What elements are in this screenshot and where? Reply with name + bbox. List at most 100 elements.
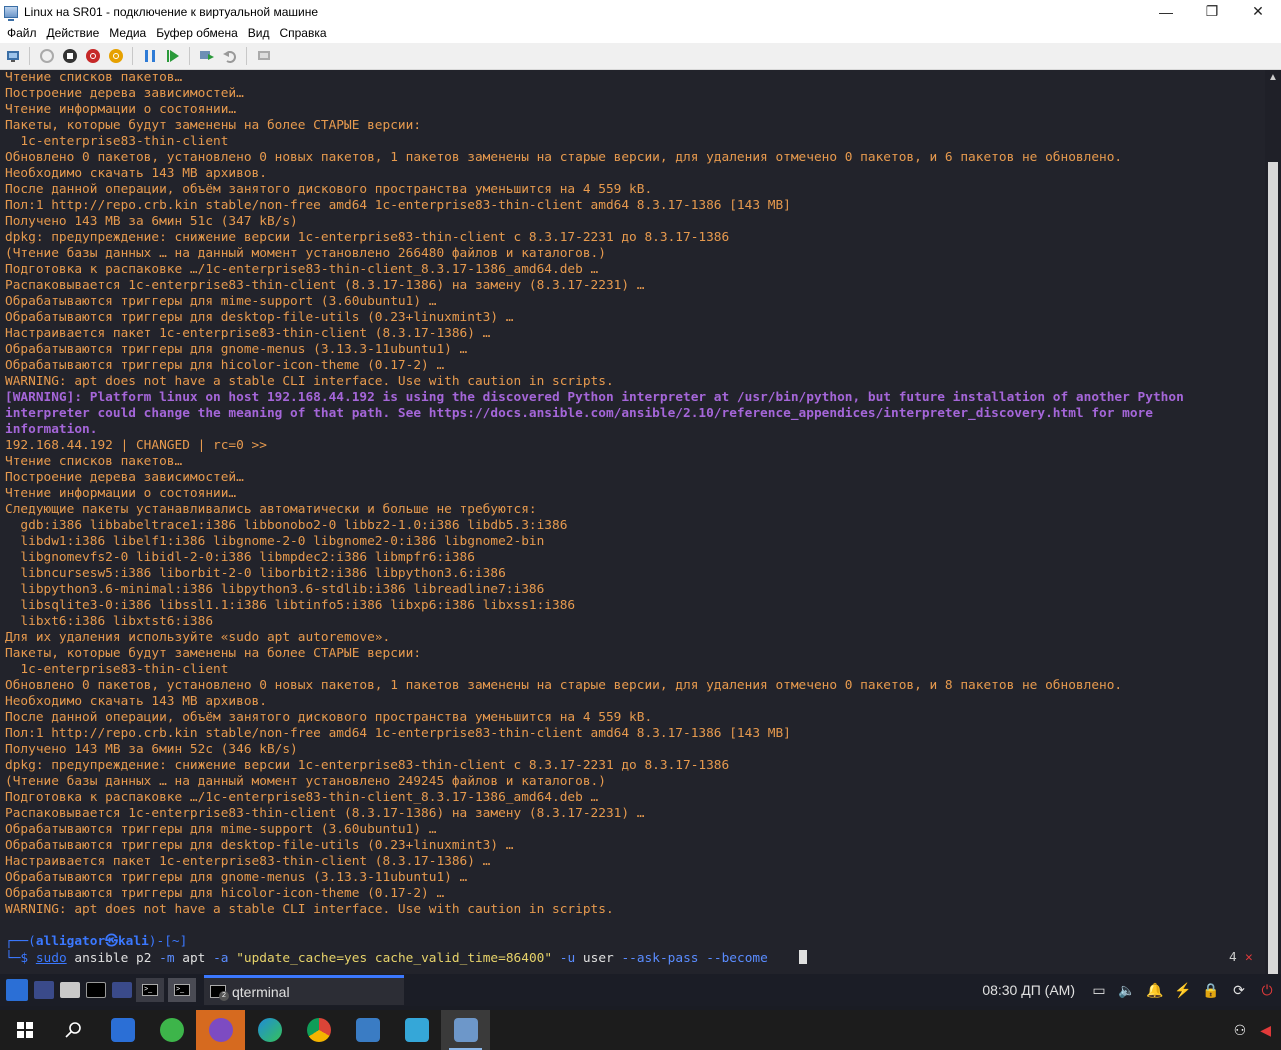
- prompt-job-count: 4: [1229, 950, 1237, 965]
- workspace-1[interactable]: >_: [136, 978, 164, 1002]
- save-state-icon[interactable]: [107, 48, 124, 65]
- terminal-line: Распаковывается 1c-enterprise83-thin-cli…: [5, 278, 645, 293]
- terminal-line: Чтение списков пакетов…: [5, 70, 183, 85]
- terminal-line: Построение дерева зависимостей…: [5, 470, 244, 485]
- terminal-line: Для их удаления используйте «sudo apt au…: [5, 630, 391, 645]
- cmd-opt-module: -m: [159, 951, 175, 966]
- toolbar-separator: [29, 47, 30, 65]
- show-desktop-icon[interactable]: [34, 981, 54, 999]
- menu-help[interactable]: Справка: [274, 26, 331, 40]
- terminal-line: Чтение списков пакетов…: [5, 454, 183, 469]
- network-app-icon[interactable]: [343, 1010, 392, 1050]
- terminal-line: Пол:1 http://repo.crb.kin stable/non-fre…: [5, 726, 791, 741]
- menu-media[interactable]: Медиа: [104, 26, 151, 40]
- close-button[interactable]: ✕: [1235, 0, 1281, 23]
- qterminal-icon: 2: [210, 985, 229, 1001]
- hyperv-connection-icon[interactable]: [441, 1010, 490, 1050]
- terminal-line: Обрабатываются триггеры для mime-support…: [5, 294, 437, 309]
- task-count-badge: 2: [219, 991, 229, 1001]
- prompt-command-line[interactable]: └─$ sudo ansible p2 -m apt -a "update_ca…: [5, 950, 807, 967]
- vm-connection-icon: [4, 5, 18, 21]
- terminal-line: Настраивается пакет 1c-enterprise83-thin…: [5, 326, 491, 341]
- terminal-line: libsqlite3-0:i386 libssl1.1:i386 libtinf…: [5, 598, 576, 613]
- ctrl-alt-del-icon[interactable]: [4, 48, 21, 65]
- server-manager-icon[interactable]: [392, 1010, 441, 1050]
- chrome-browser-icon[interactable]: [294, 1010, 343, 1050]
- search-icon[interactable]: [49, 1010, 98, 1050]
- prompt-corner-top: ┌──(: [5, 934, 36, 949]
- kali-menu-icon[interactable]: [6, 979, 28, 1001]
- cmd-sudo: sudo: [35, 951, 67, 966]
- terminal-line: После данной операции, объём занятого ди…: [5, 182, 653, 197]
- terminal-line: WARNING: apt does not have a stable CLI …: [5, 374, 614, 389]
- terminal-line: information.: [5, 422, 98, 437]
- revert-icon[interactable]: [221, 48, 238, 65]
- enhanced-session-icon[interactable]: [255, 48, 272, 65]
- shell-prompt[interactable]: ┌──(alligator㉿kali)-[~] └─$ sudo ansible…: [0, 932, 1265, 972]
- terminal-line: WARNING: apt does not have a stable CLI …: [5, 902, 614, 917]
- terminal-line: (Чтение базы данных … на данный момент у…: [5, 246, 606, 261]
- minimize-button[interactable]: —: [1143, 0, 1189, 23]
- task-label: qterminal: [232, 983, 290, 1000]
- terminal-line: Обрабатываются триггеры для gnome-menus …: [5, 870, 468, 885]
- scroll-up-icon[interactable]: ▲: [1265, 70, 1281, 86]
- screenshot-icon[interactable]: [112, 982, 132, 998]
- vm-screen[interactable]: Чтение списков пакетов… Построение дерева…: [0, 70, 1281, 1010]
- turn-off-icon[interactable]: [61, 48, 78, 65]
- cmd-opt-user: -u: [559, 951, 576, 966]
- menu-file[interactable]: Файл: [2, 26, 42, 40]
- terminal-scrollbar[interactable]: ▲ ▼: [1265, 70, 1281, 1000]
- menu-clipboard[interactable]: Буфер обмена: [151, 26, 243, 40]
- prompt-header: ┌──(alligator㉿kali)-[~]: [5, 934, 187, 950]
- menu-view[interactable]: Вид: [243, 26, 275, 40]
- guest-clock[interactable]: 08:30 ДП (AM): [982, 982, 1075, 998]
- checkpoint-icon[interactable]: [198, 48, 215, 65]
- power-manager-icon[interactable]: ⚡: [1174, 981, 1192, 999]
- cmd-user: user: [575, 951, 622, 966]
- shutdown-icon[interactable]: [84, 48, 101, 65]
- terminal-line: Обрабатываются триггеры для hicolor-icon…: [5, 358, 445, 373]
- chat-app-icon[interactable]: [147, 1010, 196, 1050]
- cmd-opt-become: --become: [698, 951, 768, 966]
- menu-action[interactable]: Действие: [42, 26, 105, 40]
- terminal-line: Обрабатываются триггеры для hicolor-icon…: [5, 886, 445, 901]
- viber-app-icon[interactable]: [196, 1010, 245, 1050]
- terminal-line: Настраивается пакет 1c-enterprise83-thin…: [5, 854, 491, 869]
- volume-muted-icon[interactable]: ◀: [1260, 1022, 1271, 1039]
- terminal-line: Необходимо скачать 143 MB архивов.: [5, 166, 267, 181]
- notification-bell-icon[interactable]: 🔔: [1146, 981, 1164, 999]
- terminal-line: Построение дерева зависимостей…: [5, 86, 244, 101]
- todo-app-icon[interactable]: [98, 1010, 147, 1050]
- host-taskbar: ⚇ ◀: [0, 1010, 1281, 1050]
- volume-icon[interactable]: 🔈: [1118, 981, 1136, 999]
- terminal-line: Получено 143 MB за 6мин 52c (346 kB/s): [5, 742, 298, 757]
- workspace-2[interactable]: >_: [168, 978, 196, 1002]
- terminal-line: dpkg: предупреждение: снижение версии 1c…: [5, 758, 730, 773]
- restore-button[interactable]: ❐: [1189, 0, 1235, 23]
- taskbar-task-qterminal[interactable]: 2 qterminal: [204, 975, 404, 1005]
- terminal-line: После данной операции, объём занятого ди…: [5, 710, 653, 725]
- terminal-launcher-icon[interactable]: [86, 982, 106, 998]
- shutdown-icon[interactable]: ⏻: [1258, 981, 1276, 999]
- windows-start-button[interactable]: [0, 1010, 49, 1050]
- file-manager-icon[interactable]: [60, 982, 80, 998]
- display-icon[interactable]: ▭: [1090, 981, 1108, 999]
- terminal-line: Подготовка к распаковке …/1c-enterprise8…: [5, 262, 599, 277]
- cmd-opt-ask-pass: --ask-pass: [621, 951, 699, 966]
- terminal-line: Обрабатываются триггеры для desktop-file…: [5, 310, 514, 325]
- pause-icon[interactable]: [141, 48, 158, 65]
- cmd-args-string: "update_cache=yes cache_valid_time=86400…: [228, 951, 560, 966]
- window-title-bar: Linux на SR01 - подключение к виртуально…: [0, 0, 1281, 23]
- terminal-line: libxt6:i386 libxtst6:i386: [5, 614, 214, 629]
- edge-browser-icon[interactable]: [245, 1010, 294, 1050]
- terminal-line: 1c-enterprise83-thin-client: [5, 662, 229, 677]
- lock-icon[interactable]: 🔒: [1202, 981, 1220, 999]
- start-icon[interactable]: [38, 48, 55, 65]
- terminal-output[interactable]: Чтение списков пакетов… Построение дерева…: [0, 70, 1265, 974]
- logout-icon[interactable]: ⟳: [1230, 981, 1248, 999]
- terminal-line: interpreter could change the meaning of …: [5, 406, 1153, 421]
- people-icon[interactable]: ⚇: [1234, 1022, 1247, 1039]
- scrollbar-thumb[interactable]: [1268, 162, 1278, 992]
- text-cursor: [798, 950, 807, 964]
- reset-icon[interactable]: [164, 48, 181, 65]
